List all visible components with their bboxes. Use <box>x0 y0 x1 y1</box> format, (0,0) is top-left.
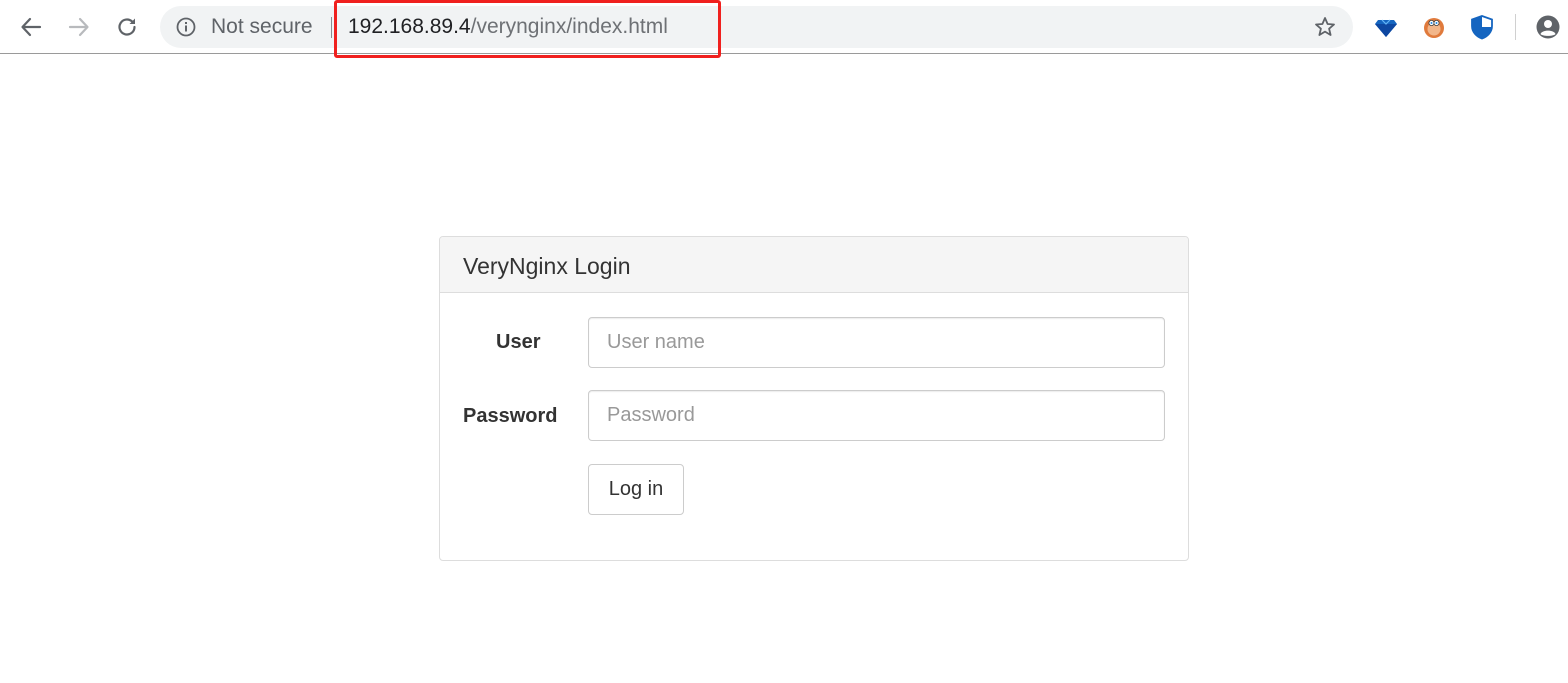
username-input[interactable] <box>588 317 1165 368</box>
back-arrow-icon <box>21 17 42 37</box>
login-button[interactable]: Log in <box>588 464 684 515</box>
login-panel-heading: VeryNginx Login <box>440 237 1188 293</box>
login-panel: VeryNginx Login User Password Log in <box>439 236 1189 561</box>
forward-button[interactable] <box>63 11 95 43</box>
profile-avatar-icon[interactable] <box>1535 14 1561 40</box>
reload-button[interactable] <box>111 11 143 43</box>
back-button[interactable] <box>15 11 47 43</box>
forward-arrow-icon <box>68 17 89 37</box>
toolbar-divider <box>1515 14 1516 40</box>
bookmark-star-icon[interactable] <box>1314 16 1336 38</box>
url-text[interactable]: 192.168.89.4/verynginx/index.html <box>348 15 668 39</box>
address-bar[interactable]: Not secure 192.168.89.4/verynginx/index.… <box>160 6 1353 48</box>
shield-extension-icon[interactable] <box>1469 14 1495 40</box>
url-path: /verynginx/index.html <box>470 15 668 38</box>
login-title: VeryNginx Login <box>463 253 631 279</box>
diamond-extension-icon[interactable] <box>1373 14 1399 40</box>
user-label: User <box>496 331 541 353</box>
browser-toolbar: Not secure 192.168.89.4/verynginx/index.… <box>0 0 1568 58</box>
password-input[interactable] <box>588 390 1165 441</box>
password-label: Password <box>463 405 558 427</box>
url-host: 192.168.89.4 <box>348 15 471 38</box>
lion-extension-icon[interactable] <box>1421 14 1447 40</box>
omnibox-separator <box>331 17 332 38</box>
info-icon[interactable] <box>176 17 196 37</box>
security-status[interactable]: Not secure <box>211 15 313 39</box>
reload-icon <box>118 18 136 36</box>
